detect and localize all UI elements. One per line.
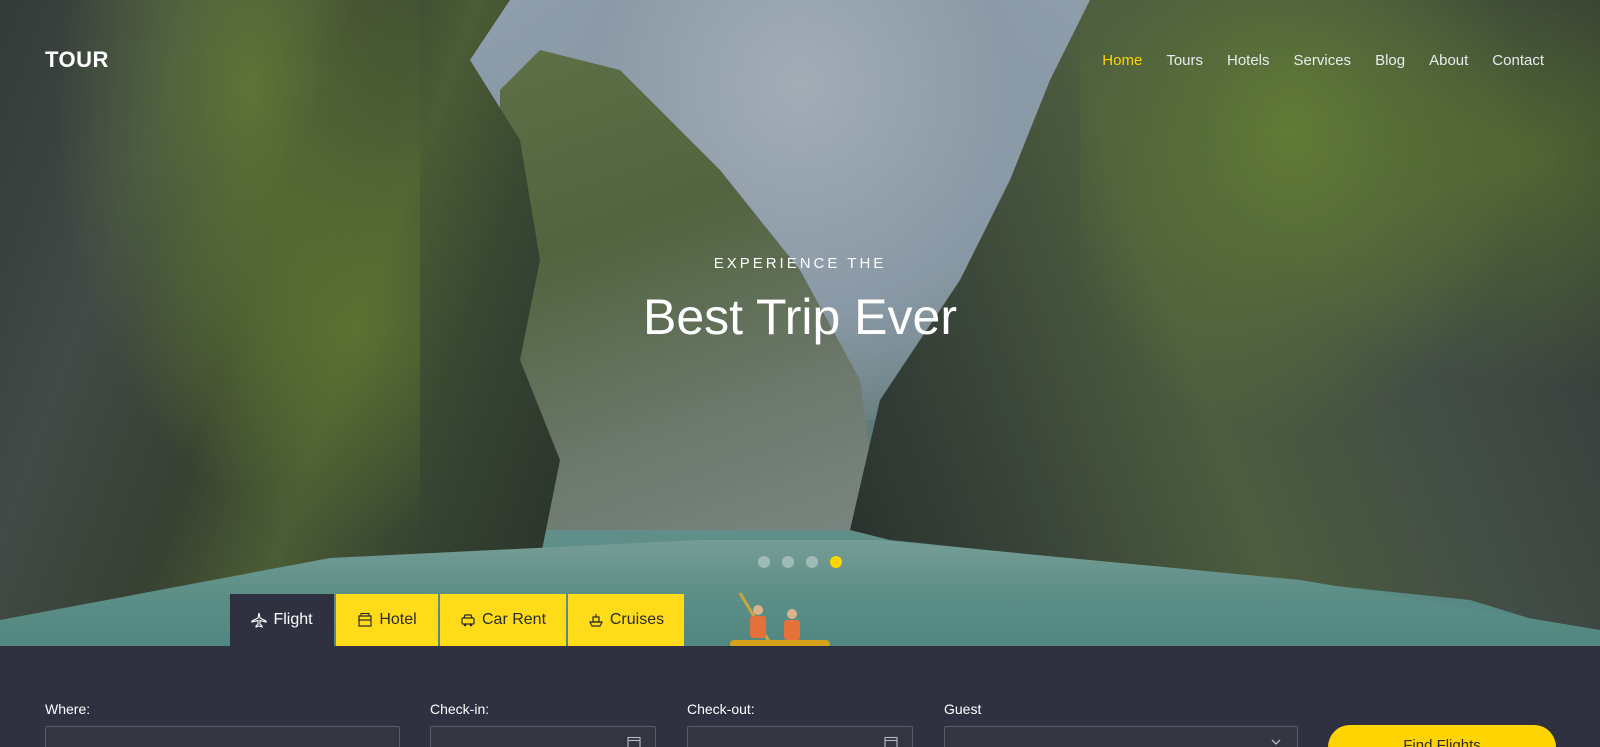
checkin-input[interactable] [430, 726, 656, 747]
car-icon [461, 614, 475, 627]
booking-tabs: Flight Hotel Car Rent Cruises [230, 594, 686, 646]
hero-headline: Best Trip Ever [643, 289, 957, 345]
hero-eyebrow: EXPERIENCE THE [713, 255, 887, 272]
find-flights-button[interactable]: Find Flights [1328, 725, 1556, 747]
tab-flight-label: Flight [273, 611, 313, 628]
plane-icon [251, 612, 267, 628]
calendar-icon [884, 736, 898, 747]
slider-dot-2[interactable] [782, 556, 794, 568]
nav-item-contact[interactable]: Contact [1492, 52, 1544, 69]
slider-dot-4[interactable] [830, 556, 842, 568]
where-label: Where: [45, 701, 91, 717]
nav-item-about[interactable]: About [1429, 52, 1468, 69]
main-nav: Home Tours Hotels Services Blog About Co… [1078, 52, 1544, 69]
nav-item-blog[interactable]: Blog [1375, 52, 1405, 69]
checkout-input[interactable] [687, 726, 913, 747]
calendar-icon [627, 736, 641, 747]
hotel-icon [358, 612, 372, 627]
where-input[interactable] [45, 726, 400, 747]
tab-hotel-label: Hotel [379, 611, 417, 628]
slider-dot-3[interactable] [806, 556, 818, 568]
tab-hotel[interactable]: Hotel [336, 594, 438, 646]
checkout-label: Check-out: [687, 701, 755, 717]
guest-select[interactable] [944, 726, 1298, 747]
nav-item-home[interactable]: Home [1102, 52, 1142, 69]
chevron-down-icon [1271, 739, 1281, 745]
guest-label: Guest [944, 701, 982, 717]
tab-car-rent[interactable]: Car Rent [440, 594, 566, 646]
nav-item-hotels[interactable]: Hotels [1227, 52, 1270, 69]
nav-item-services[interactable]: Services [1294, 52, 1352, 69]
checkin-label: Check-in: [430, 701, 490, 717]
nav-item-tours[interactable]: Tours [1166, 52, 1203, 69]
site-logo[interactable]: TOUR [45, 47, 109, 73]
ship-icon [588, 614, 603, 627]
slider-dot-1[interactable] [758, 556, 770, 568]
search-panel: Where: Check-in: Check-out: Guest Find F… [0, 646, 1600, 747]
tab-cruises-label: Cruises [609, 611, 665, 628]
tab-car-rent-label: Car Rent [481, 611, 547, 628]
slider-dots [758, 556, 842, 568]
tab-cruises[interactable]: Cruises [568, 594, 684, 646]
kayakers-image [730, 592, 830, 646]
tab-flight[interactable]: Flight [230, 594, 334, 646]
